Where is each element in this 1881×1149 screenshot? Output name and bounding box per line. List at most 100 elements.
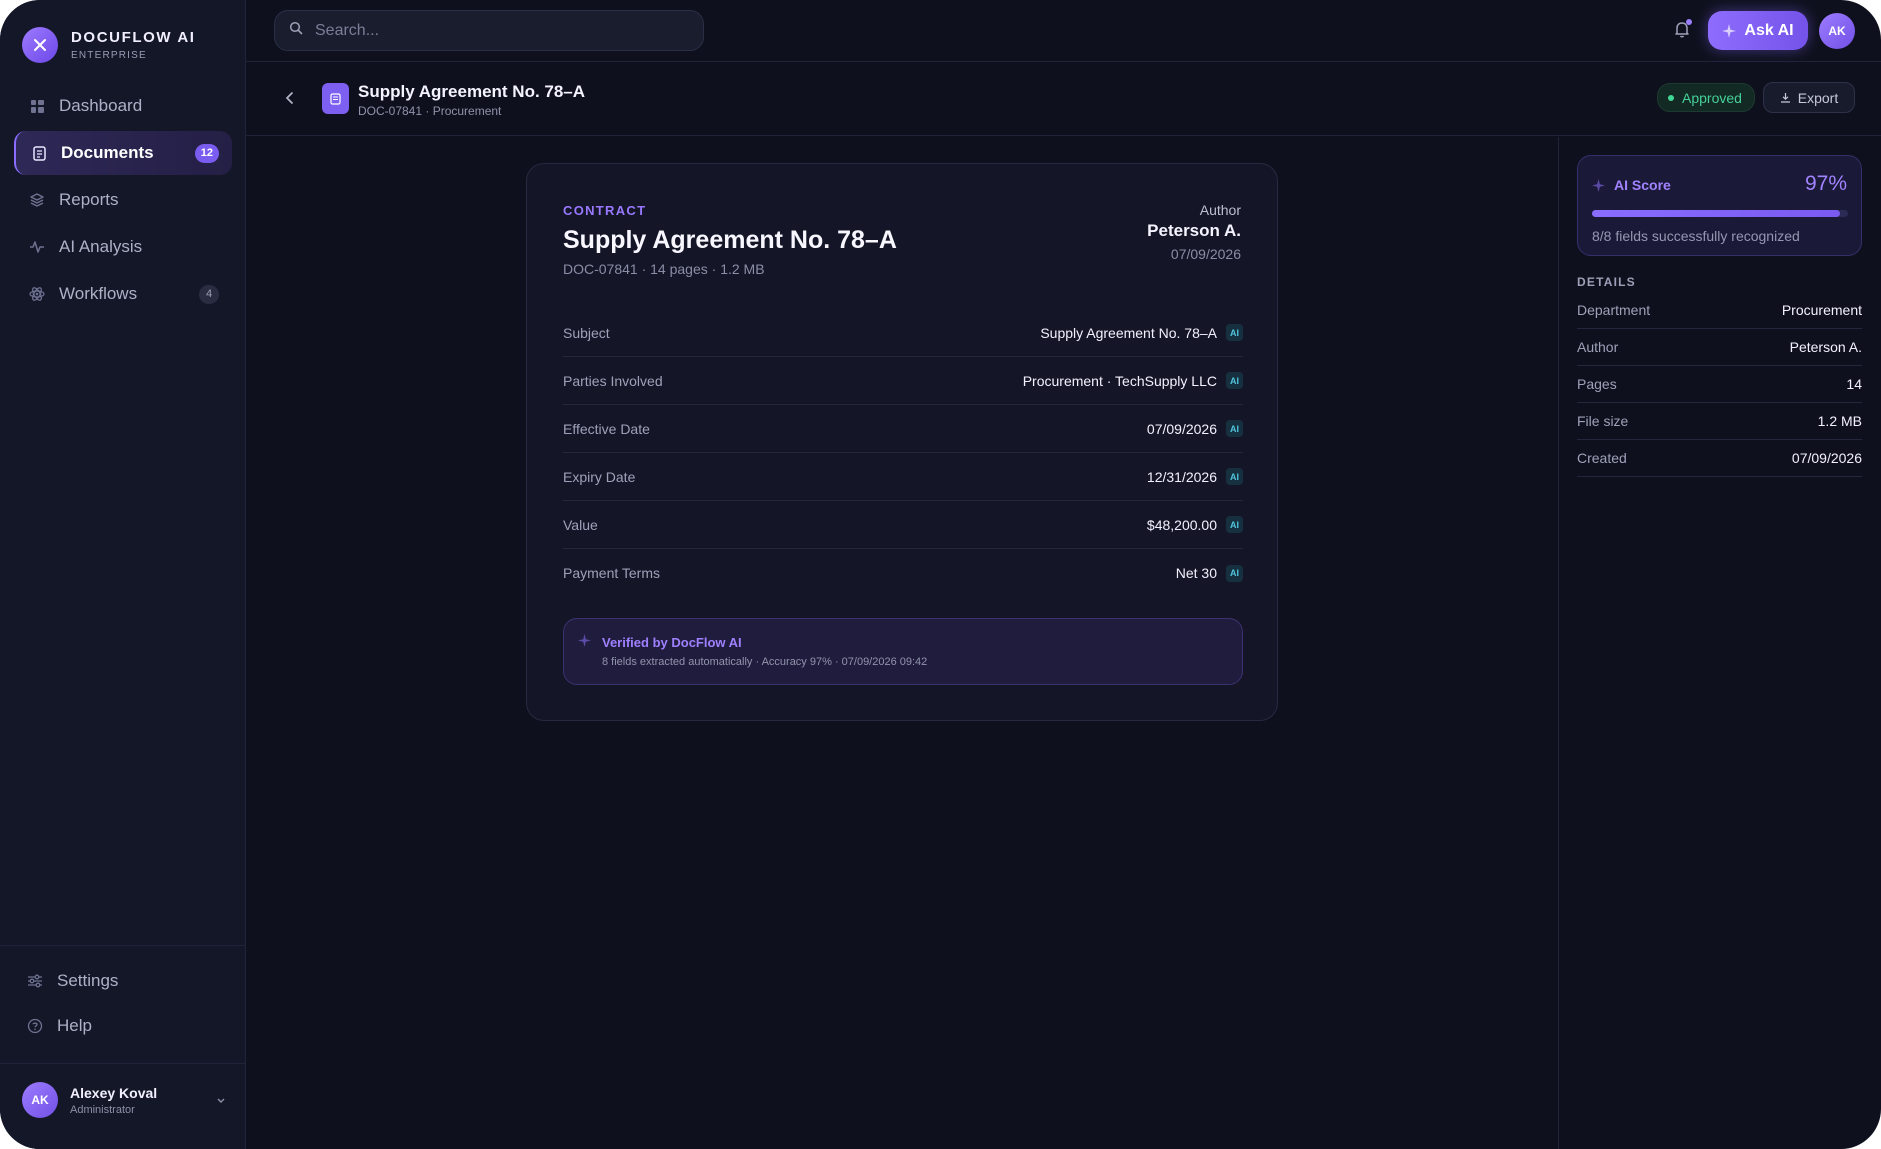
documents-count-badge: 12	[194, 144, 219, 163]
sidebar-item-workflows[interactable]: Workflows 4	[14, 272, 232, 316]
detail-row: Department Procurement	[1577, 292, 1862, 329]
sidebar-item-help[interactable]: Help	[14, 1005, 232, 1047]
extracted-fields: Subject Supply Agreement No. 78–A AI Par…	[563, 309, 1243, 597]
field-row[interactable]: Payment Terms Net 30 AI	[563, 549, 1243, 597]
ai-tag: AI	[1226, 564, 1243, 582]
search-box[interactable]	[274, 10, 704, 51]
verification-title: Verified by DocFlow AI	[602, 635, 742, 650]
sidebar-item-documents[interactable]: Documents 12	[14, 131, 232, 175]
field-row[interactable]: Effective Date 07/09/2026 AI	[563, 405, 1243, 453]
ai-tag: AI	[1226, 468, 1243, 485]
detail-label: File size	[1577, 413, 1629, 429]
verification-banner: Verified by DocFlow AI 8 fields extracte…	[563, 618, 1243, 685]
page-title: Supply Agreement No. 78–A	[358, 82, 586, 101]
sparkle-icon	[1592, 178, 1605, 192]
details-list: Department Procurement Author Peterson A…	[1577, 292, 1862, 477]
detail-row: File size 1.2 MB	[1577, 403, 1862, 440]
notifications-button[interactable]	[1670, 17, 1694, 41]
avatar: AK	[22, 1082, 58, 1118]
ai-score-label: AI Score	[1614, 177, 1671, 193]
help-circle-icon	[27, 1018, 43, 1034]
chevron-down-icon[interactable]	[214, 1093, 228, 1107]
detail-value: 14	[1846, 376, 1862, 392]
detail-row: Pages 14	[1577, 366, 1862, 403]
sidebar-item-settings[interactable]: Settings	[14, 960, 232, 1002]
detail-label: Department	[1577, 302, 1651, 318]
field-value: Supply Agreement No. 78–A	[1040, 324, 1217, 341]
back-button[interactable]	[280, 88, 300, 108]
author-date: 07/09/2026	[1170, 246, 1241, 262]
brand-name: DOCUFLOW AI	[71, 29, 196, 46]
field-label: Expiry Date	[563, 468, 636, 485]
field-value: 07/09/2026	[1146, 420, 1217, 437]
detail-label: Pages	[1577, 376, 1617, 392]
field-value: Net 30	[1175, 565, 1217, 581]
sidebar-item-label: Settings	[57, 971, 119, 990]
export-button[interactable]: Export	[1763, 82, 1855, 113]
atom-icon	[29, 286, 45, 302]
notification-dot	[1686, 19, 1692, 25]
avatar[interactable]: AK	[1819, 13, 1855, 49]
author-block: Author Peterson A. 07/09/2026	[1147, 202, 1241, 262]
sidebar-item-label: Workflows	[59, 284, 138, 303]
workflows-count-badge: 4	[199, 285, 219, 304]
sidebar-item-label: Reports	[59, 190, 119, 209]
document-meta: DOC-07841 · 14 pages · 1.2 MB	[563, 261, 765, 277]
field-label: Payment Terms	[563, 565, 660, 581]
ai-tag: AI	[1226, 516, 1243, 533]
user-name: Alexey Koval	[70, 1084, 158, 1101]
detail-label: Author	[1577, 339, 1619, 355]
sparkle-icon	[578, 634, 591, 652]
author-label: Author	[1199, 202, 1241, 218]
sidebar: DOCUFLOW AI ENTERPRISE Dashboard Documen…	[0, 0, 246, 1149]
sidebar-item-ai-analysis[interactable]: AI Analysis	[14, 225, 232, 269]
ai-score-note: 8/8 fields successfully recognized	[1592, 228, 1800, 244]
ask-ai-label: Ask AI	[1744, 21, 1794, 39]
status-badge: Approved	[1657, 83, 1755, 112]
search-input[interactable]	[315, 21, 675, 40]
details-panel: AI Score 97% 8/8 fields successfully rec…	[1558, 137, 1881, 1149]
sidebar-item-label: Documents	[61, 143, 154, 162]
main-nav: Dashboard Documents 12 Reports AI Analys…	[14, 84, 232, 319]
field-row[interactable]: Expiry Date 12/31/2026 AI	[563, 453, 1243, 501]
sidebar-item-label: Dashboard	[59, 96, 143, 115]
user-menu[interactable]: AK Alexey Koval Administrator	[22, 1082, 228, 1118]
detail-value: 1.2 MB	[1817, 413, 1862, 429]
document-header: Supply Agreement No. 78–A DOC-07841 · Pr…	[246, 62, 1881, 136]
sparkle-icon	[1722, 23, 1737, 38]
ask-ai-button[interactable]: Ask AI	[1708, 11, 1808, 50]
field-row[interactable]: Subject Supply Agreement No. 78–A AI	[563, 309, 1243, 357]
detail-row: Author Peterson A.	[1577, 329, 1862, 366]
detail-row: Created 07/09/2026	[1577, 440, 1862, 477]
ai-score-progress-fill	[1592, 210, 1841, 217]
detail-value: Peterson A.	[1789, 339, 1862, 355]
status-dot	[1668, 94, 1674, 101]
verification-details: 8 fields extracted automatically · Accur…	[602, 656, 928, 668]
ai-score-card: AI Score 97% 8/8 fields successfully rec…	[1577, 155, 1862, 256]
field-value: $48,200.00	[1146, 516, 1217, 533]
export-label: Export	[1797, 89, 1839, 106]
field-row[interactable]: Parties Involved Procurement · TechSuppl…	[563, 357, 1243, 405]
document-icon	[31, 145, 47, 161]
field-label: Subject	[563, 324, 610, 341]
secondary-nav: Settings Help	[14, 960, 232, 1050]
sidebar-item-label: AI Analysis	[59, 237, 143, 256]
download-icon	[1780, 92, 1791, 103]
brand[interactable]: DOCUFLOW AI ENTERPRISE	[22, 27, 196, 63]
field-row[interactable]: Value $48,200.00 AI	[563, 501, 1243, 549]
close-x-icon	[22, 27, 58, 63]
sidebar-item-dashboard[interactable]: Dashboard	[14, 84, 232, 128]
status-label: Approved	[1682, 89, 1742, 106]
ai-score-progress	[1592, 210, 1848, 217]
ai-score-value: 97%	[1804, 172, 1847, 195]
sidebar-item-reports[interactable]: Reports	[14, 178, 232, 222]
detail-value: Procurement	[1781, 302, 1862, 318]
dashboard-grid-icon	[29, 98, 45, 114]
search-icon	[289, 21, 303, 40]
user-role: Administrator	[70, 1103, 135, 1116]
details-heading: DETAILS	[1577, 275, 1636, 289]
field-label: Value	[563, 516, 598, 533]
app-window: DOCUFLOW AI ENTERPRISE Dashboard Documen…	[0, 0, 1881, 1149]
field-value: Procurement · TechSupply LLC	[1022, 372, 1217, 389]
divider	[0, 945, 246, 946]
